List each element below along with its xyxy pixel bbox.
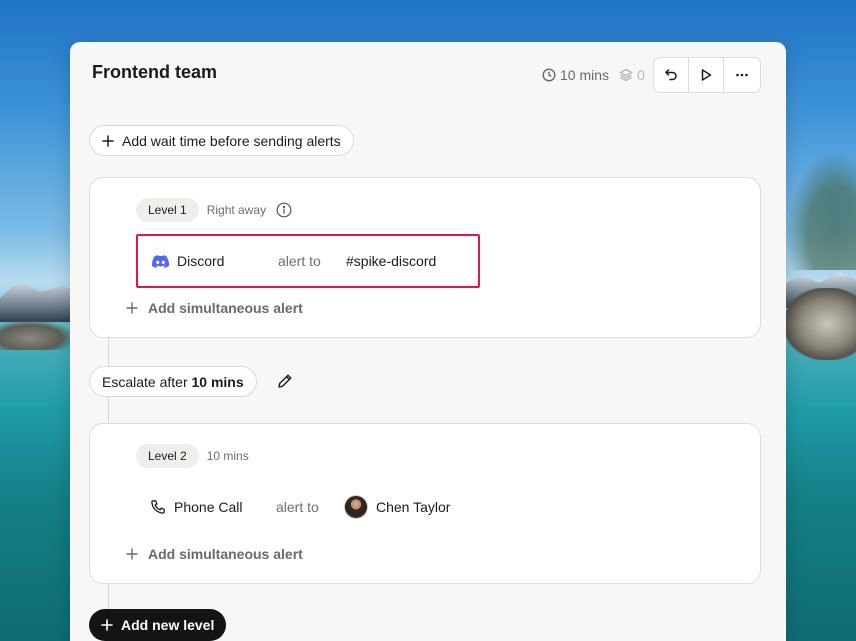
- connector-line: [108, 338, 109, 366]
- escalate-label: Escalate after 10 mins: [102, 374, 244, 390]
- add-new-level-button[interactable]: Add new level: [89, 609, 227, 641]
- level-header: Level 1 Right away: [136, 198, 292, 222]
- pencil-icon: [278, 374, 292, 388]
- alert-row-discord[interactable]: Discord alert to #spike-discord: [136, 234, 480, 288]
- alert-channel: Phone Call: [136, 499, 276, 515]
- escalate-prefix: Escalate after: [102, 373, 188, 390]
- toolbar: [653, 57, 761, 93]
- background-trees: [786, 150, 856, 270]
- alert-connector-text: alert to: [278, 253, 321, 269]
- add-simultaneous-alert-button[interactable]: Add simultaneous alert: [126, 300, 303, 316]
- undo-icon: [665, 69, 677, 81]
- level-1-card: Level 1 Right away Discord alert to #spi…: [89, 177, 761, 338]
- info-icon[interactable]: [276, 202, 292, 218]
- background-rocks-left: [0, 320, 75, 350]
- clock-icon: [542, 68, 556, 82]
- phone-icon: [151, 500, 165, 514]
- alert-channel: Discord: [138, 253, 278, 269]
- alert-connector-text: alert to: [276, 499, 319, 515]
- connector-line: [108, 584, 109, 610]
- plus-icon: [102, 134, 114, 147]
- discord-icon: [152, 254, 169, 268]
- add-simultaneous-alert-button[interactable]: Add simultaneous alert: [126, 546, 303, 562]
- duration-info: 10 mins: [542, 67, 609, 83]
- plus-icon: [126, 302, 138, 314]
- add-simultaneous-alert-label: Add simultaneous alert: [148, 546, 303, 562]
- add-new-level-label: Add new level: [121, 617, 215, 633]
- add-wait-time-button[interactable]: Add wait time before sending alerts: [89, 125, 354, 156]
- alert-row-phone-call[interactable]: Phone Call alert to Chen Taylor: [136, 480, 480, 534]
- more-icon: [736, 73, 748, 77]
- plus-icon: [126, 548, 138, 560]
- more-button[interactable]: [724, 58, 760, 92]
- level-timing: 10 mins: [206, 449, 249, 463]
- layers-info: 0: [619, 67, 645, 83]
- level-2-card: Level 2 10 mins Phone Call alert to Chen…: [89, 423, 761, 584]
- level-header: Level 2 10 mins: [136, 444, 249, 468]
- alert-channel-name: Discord: [177, 253, 225, 269]
- plus-icon: [101, 619, 113, 631]
- connector-line: [108, 396, 109, 424]
- undo-button[interactable]: [654, 58, 689, 92]
- layers-count: 0: [637, 67, 645, 83]
- add-wait-time-label: Add wait time before sending alerts: [122, 132, 341, 149]
- alert-target-name: Chen Taylor: [376, 499, 451, 515]
- alert-target: #spike-discord: [346, 253, 437, 269]
- avatar: [344, 495, 368, 519]
- escalation-policy-panel: Frontend team 10 mins 0 Add wait time be…: [70, 42, 786, 641]
- level-timing: Right away: [206, 203, 267, 217]
- page-title: Frontend team: [92, 62, 218, 82]
- level-badge: Level 2: [136, 444, 199, 468]
- play-button[interactable]: [689, 58, 724, 92]
- escalate-value: 10 mins: [191, 373, 244, 390]
- edit-escalation-button[interactable]: [277, 373, 293, 389]
- layers-icon: [619, 68, 633, 82]
- background-rock-right: [784, 288, 856, 360]
- escalate-after-button[interactable]: Escalate after 10 mins: [89, 366, 257, 397]
- policy-meta: 10 mins 0: [542, 67, 645, 83]
- alert-target: Chen Taylor: [344, 495, 450, 519]
- alert-channel-name: Phone Call: [174, 499, 243, 515]
- add-simultaneous-alert-label: Add simultaneous alert: [148, 300, 303, 316]
- play-icon: [701, 69, 712, 81]
- duration-text: 10 mins: [560, 67, 610, 83]
- level-badge: Level 1: [136, 198, 199, 222]
